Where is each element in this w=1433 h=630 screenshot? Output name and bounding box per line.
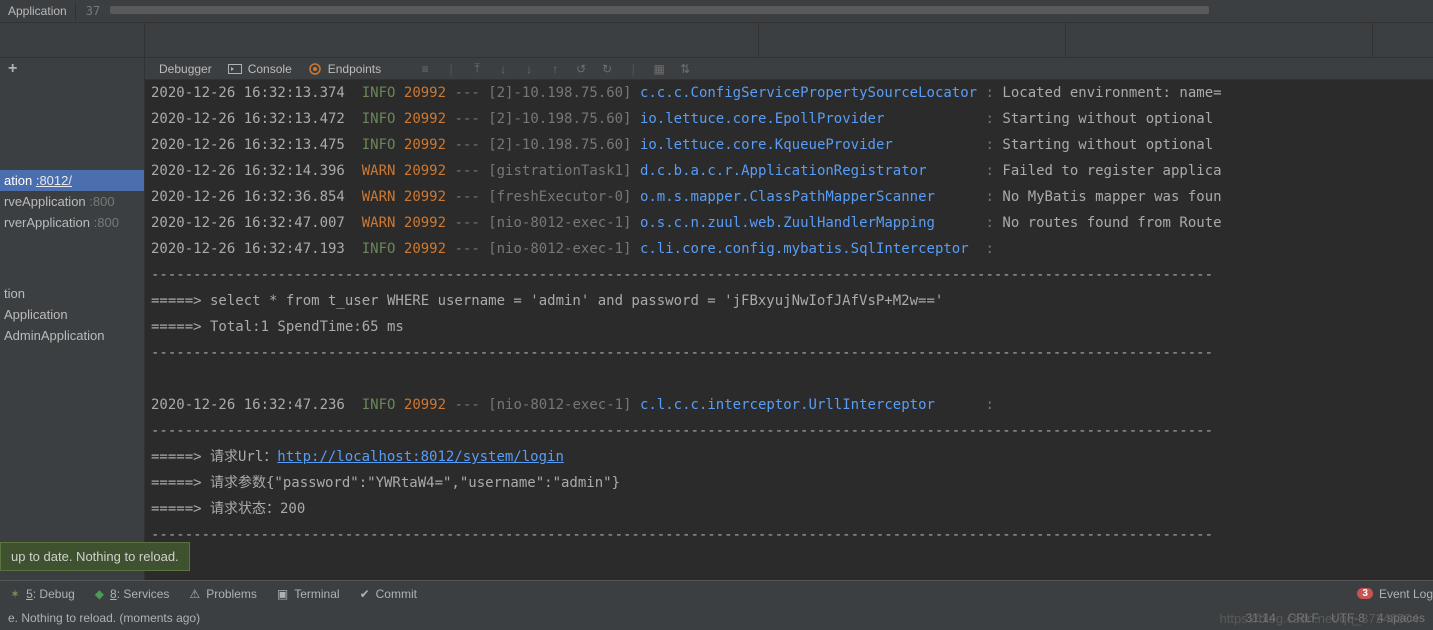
run-config-name: ation bbox=[4, 173, 32, 188]
tab-console-label: Console bbox=[248, 62, 292, 76]
tab-event-log[interactable]: Event Log bbox=[1379, 587, 1433, 601]
console-icon bbox=[228, 62, 242, 76]
down-icon[interactable]: ↓ bbox=[495, 61, 511, 77]
run-config-port: :8012/ bbox=[36, 173, 72, 188]
tool-window-tabs: ✶ 5: Debug ◆ 8: Services ⚠ Problems ▣ Te… bbox=[0, 580, 1433, 606]
services-icon: ◆ bbox=[95, 587, 104, 601]
log-line: 2020-12-26 16:32:13.374 INFO 20992 --- [… bbox=[151, 80, 1427, 106]
log-line: 2020-12-26 16:32:14.396 WARN 20992 --- [… bbox=[151, 158, 1427, 184]
upload-icon[interactable]: ↑ bbox=[547, 61, 563, 77]
status-bar: e. Nothing to reload. (moments ago) 31:1… bbox=[0, 606, 1433, 630]
console-actions: ≡ | ⤒ ↓ ↓ ↑ ↺ ↻ | ▦ ⇅ bbox=[417, 61, 693, 77]
horizontal-scrollbar-track[interactable] bbox=[110, 6, 1403, 16]
log-line: 2020-12-26 16:32:13.475 INFO 20992 --- [… bbox=[151, 132, 1427, 158]
wrap-icon[interactable]: ↺ bbox=[573, 61, 589, 77]
warning-icon: ⚠ bbox=[189, 587, 200, 601]
endpoints-icon bbox=[308, 62, 322, 76]
tab-console[interactable]: Console bbox=[228, 62, 292, 76]
tab-endpoints-label: Endpoints bbox=[328, 62, 381, 76]
plus-icon[interactable]: + bbox=[8, 60, 17, 78]
log-line: 2020-12-26 16:32:47.193 INFO 20992 --- [… bbox=[151, 236, 1427, 262]
main-area: + ation :8012/ rveApplication :800 rverA… bbox=[0, 58, 1433, 580]
run-config-port: :800 bbox=[94, 215, 119, 230]
log-url: =====> 请求Url：http://localhost:8012/syste… bbox=[151, 444, 1427, 470]
sidebar-toolbar: + bbox=[0, 58, 144, 80]
log-blank bbox=[151, 366, 1427, 392]
tab-terminal[interactable]: ▣ Terminal bbox=[277, 587, 340, 601]
panel-header-row bbox=[0, 23, 1433, 58]
services-sidebar: + ation :8012/ rveApplication :800 rverA… bbox=[0, 58, 145, 580]
status-message: e. Nothing to reload. (moments ago) bbox=[8, 611, 200, 625]
log-line: 2020-12-26 16:32:36.854 WARN 20992 --- [… bbox=[151, 184, 1427, 210]
terminal-icon: ▣ bbox=[277, 587, 288, 601]
filter-icon[interactable]: ⇅ bbox=[677, 61, 693, 77]
log-sql: =====> select * from t_user WHERE userna… bbox=[151, 288, 1427, 314]
down2-icon[interactable]: ↓ bbox=[521, 61, 537, 77]
run-config-port: :800 bbox=[89, 194, 114, 209]
log-total: =====> Total:1 SpendTime:65 ms bbox=[151, 314, 1427, 340]
grid-icon[interactable]: ▦ bbox=[651, 61, 667, 77]
wrap2-icon[interactable]: ↻ bbox=[599, 61, 615, 77]
debug-toolbar: Debugger Console Endpoints ≡ | ⤒ ↓ ↓ bbox=[145, 58, 1433, 80]
up-stack-icon[interactable]: ⤒ bbox=[469, 61, 485, 77]
tab-problems[interactable]: ⚠ Problems bbox=[189, 587, 256, 601]
watermark: https://blog.csdn.net/qq_37248504 bbox=[1220, 611, 1420, 626]
log-divider: ----------------------------------------… bbox=[151, 262, 1427, 288]
commit-icon: ✔ bbox=[360, 587, 370, 601]
console-panel: Debugger Console Endpoints ≡ | ⤒ ↓ ↓ bbox=[145, 58, 1433, 580]
console-output[interactable]: 2020-12-26 16:32:13.374 INFO 20992 --- [… bbox=[145, 80, 1433, 580]
run-config-item[interactable]: rveApplication :800 bbox=[0, 191, 144, 212]
log-line: 2020-12-26 16:32:47.236 INFO 20992 --- [… bbox=[151, 392, 1427, 418]
log-params: =====> 请求参数{"password":"YWRtaW4=","usern… bbox=[151, 470, 1427, 496]
tab-services[interactable]: ◆ 8: Services bbox=[95, 587, 170, 601]
log-divider: ----------------------------------------… bbox=[151, 340, 1427, 366]
log-line: 2020-12-26 16:32:47.007 WARN 20992 --- [… bbox=[151, 210, 1427, 236]
log-status: =====> 请求状态：200 bbox=[151, 496, 1427, 522]
tab-debug[interactable]: ✶ 5: Debug bbox=[10, 587, 75, 601]
bug-icon: ✶ bbox=[10, 587, 20, 601]
request-url-link[interactable]: http://localhost:8012/system/login bbox=[277, 449, 564, 465]
tab-endpoints[interactable]: Endpoints bbox=[308, 62, 381, 76]
run-config-item[interactable]: ation :8012/ bbox=[0, 170, 144, 191]
log-divider: ----------------------------------------… bbox=[151, 418, 1427, 444]
run-config-item[interactable]: rverApplication :800 bbox=[0, 212, 144, 233]
run-config-item[interactable]: Application bbox=[0, 304, 144, 325]
editor-top-bar: Application 37 bbox=[0, 0, 1433, 23]
reload-tooltip: up to date. Nothing to reload. bbox=[0, 542, 190, 571]
log-divider: ----------------------------------------… bbox=[151, 522, 1427, 548]
tab-commit[interactable]: ✔ Commit bbox=[360, 587, 417, 601]
horizontal-scrollbar-thumb[interactable] bbox=[110, 6, 1209, 14]
run-config-name: rverApplication bbox=[4, 215, 90, 230]
run-config-item[interactable]: tion bbox=[0, 283, 144, 304]
settings-icon[interactable]: ≡ bbox=[417, 61, 433, 77]
run-config-item[interactable]: AdminApplication bbox=[0, 325, 144, 346]
log-line: 2020-12-26 16:32:13.472 INFO 20992 --- [… bbox=[151, 106, 1427, 132]
tab-debugger[interactable]: Debugger bbox=[159, 62, 212, 76]
line-number: 37 bbox=[76, 4, 110, 18]
editor-tab[interactable]: Application bbox=[0, 2, 76, 20]
run-config-name: rveApplication bbox=[4, 194, 86, 209]
event-log-badge: 3 bbox=[1357, 588, 1373, 599]
tab-debugger-label: Debugger bbox=[159, 62, 212, 76]
